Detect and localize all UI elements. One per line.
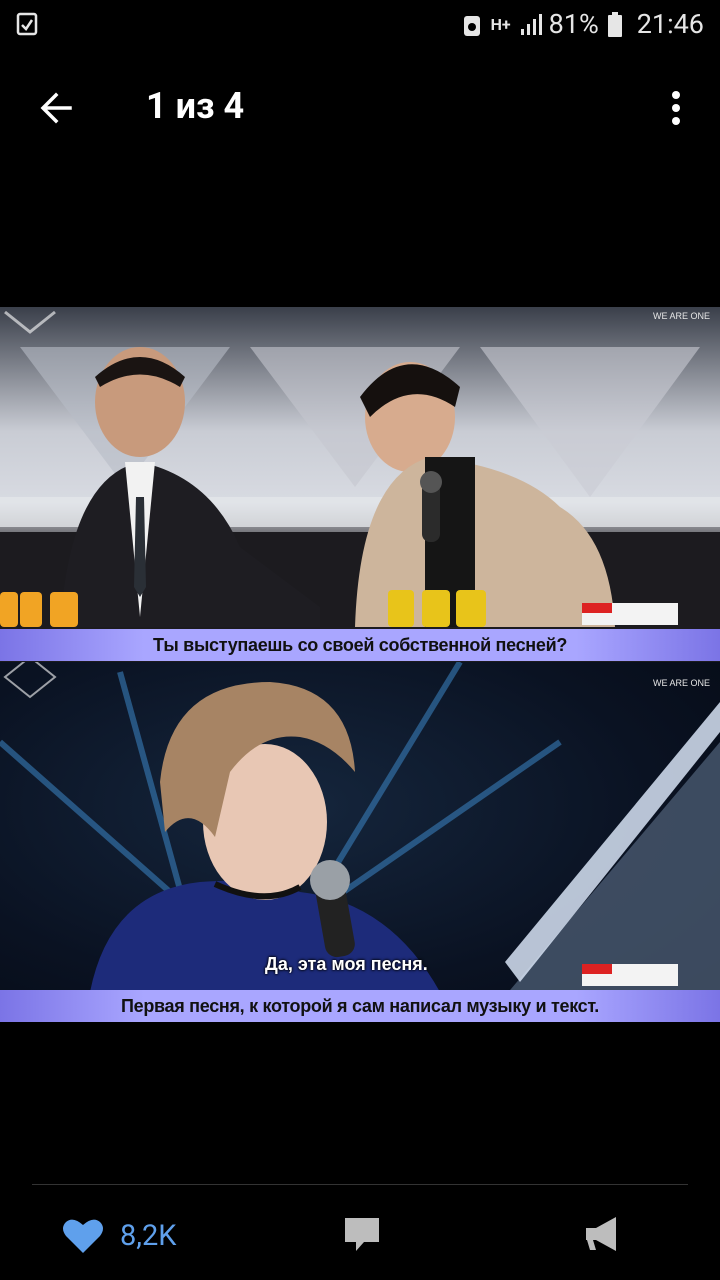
more-options-button[interactable] [656, 82, 696, 134]
like-button[interactable]: 8,2K [62, 1214, 177, 1258]
clock: 21:46 [636, 8, 704, 40]
watermark-top: WE ARE ONE [652, 311, 710, 321]
heart-icon [63, 1219, 103, 1253]
megaphone-icon [586, 1217, 616, 1251]
comment-icon [345, 1218, 379, 1251]
page-title: 1 из 4 [146, 85, 245, 127]
photo-panel-top: WE ARE ONE Ты выступаешь со своей собств… [0, 307, 720, 662]
photo-viewer[interactable]: WE ARE ONE Ты выступаешь со своей собств… [0, 307, 720, 1022]
battery-saver-icon [461, 12, 483, 36]
like-count: 8,2K [120, 1219, 177, 1253]
caption-top: Ты выступаешь со своей собственной песне… [0, 629, 720, 661]
comment-button[interactable] [342, 1214, 386, 1258]
battery-icon [607, 12, 629, 37]
action-bar: 8,2K [0, 1200, 720, 1270]
watermark-bottom: WE ARE ONE [652, 678, 710, 688]
divider [32, 1184, 688, 1185]
more-vert-icon [672, 91, 680, 125]
signal-icon [519, 12, 542, 36]
stage-scene-top [0, 310, 720, 662]
back-button[interactable] [30, 82, 82, 134]
share-button[interactable] [582, 1214, 626, 1258]
network-type: H+ [490, 14, 511, 34]
photo-panel-bottom: WE ARE ONE Да, эта моя песня. Первая пес… [0, 662, 720, 1022]
battery-percent: 81% [548, 8, 599, 40]
caption-bottom-line1: Да, эта моя песня. [265, 954, 428, 974]
task-check-icon [16, 12, 38, 36]
caption-bottom-line2: Первая песня, к которой я сам написал му… [0, 990, 720, 1022]
status-bar: H+ 81% 21:46 [0, 0, 720, 48]
top-app-bar: 1 из 4 [0, 58, 720, 154]
arrow-left-icon [40, 92, 72, 124]
